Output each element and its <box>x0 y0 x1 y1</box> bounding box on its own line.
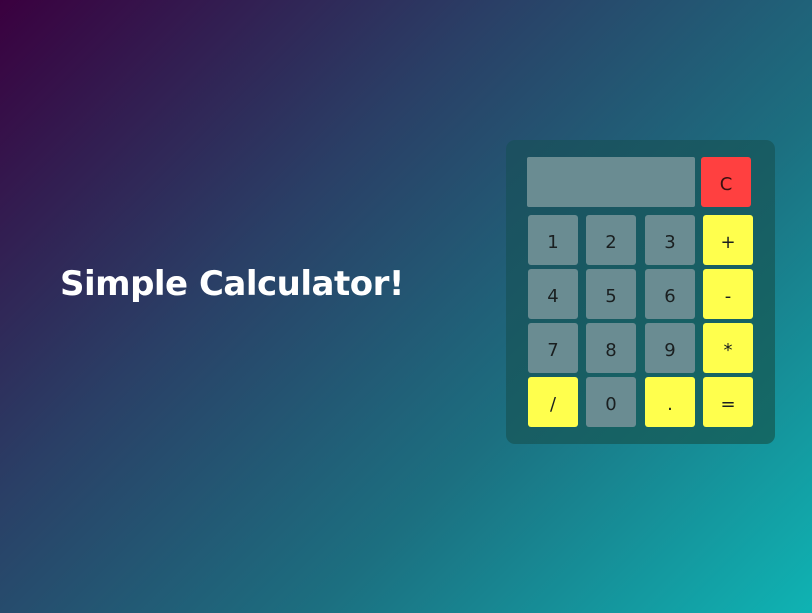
clear-button[interactable]: C <box>701 157 751 207</box>
key-6-button[interactable]: 6 <box>645 269 695 319</box>
key-9-button[interactable]: 9 <box>645 323 695 373</box>
calculator-display <box>527 157 695 207</box>
equals-button[interactable]: = <box>703 377 753 427</box>
key-7-button[interactable]: 7 <box>528 323 578 373</box>
key-2-button[interactable]: 2 <box>586 215 636 265</box>
calculator: C 1 2 3 + 4 5 6 - 7 8 9 * / 0 . = <box>506 140 775 444</box>
divide-button[interactable]: / <box>528 377 578 427</box>
key-3-button[interactable]: 3 <box>645 215 695 265</box>
decimal-button[interactable]: . <box>645 377 695 427</box>
key-5-button[interactable]: 5 <box>586 269 636 319</box>
page-title: Simple Calculator! <box>60 264 404 304</box>
minus-button[interactable]: - <box>703 269 753 319</box>
plus-button[interactable]: + <box>703 215 753 265</box>
key-8-button[interactable]: 8 <box>586 323 636 373</box>
multiply-button[interactable]: * <box>703 323 753 373</box>
key-4-button[interactable]: 4 <box>528 269 578 319</box>
key-0-button[interactable]: 0 <box>586 377 636 427</box>
key-1-button[interactable]: 1 <box>528 215 578 265</box>
